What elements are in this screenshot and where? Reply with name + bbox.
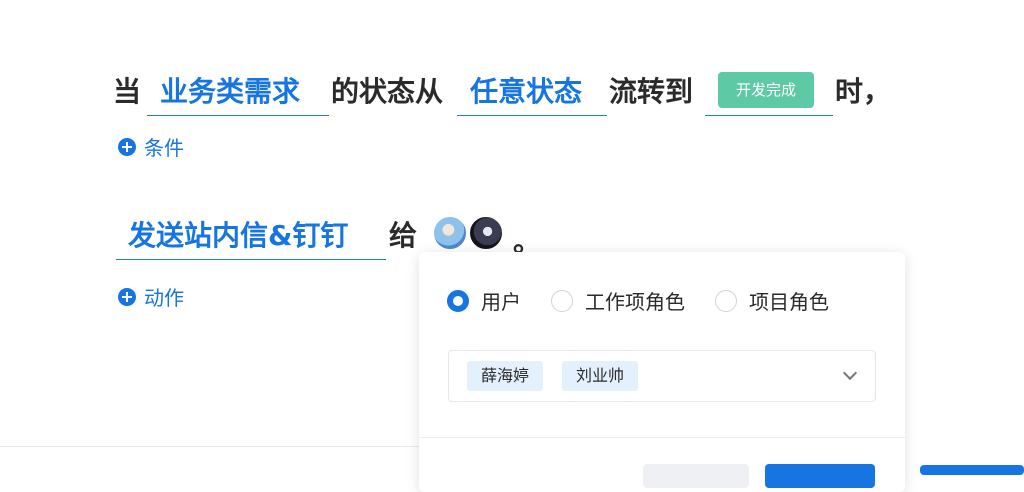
selected-user-chip[interactable]: 刘业帅 bbox=[562, 361, 639, 391]
recipient-picker-popup: 用户 工作项角色 项目角色 薛海婷 刘业帅 bbox=[419, 252, 905, 492]
footer-divider bbox=[0, 446, 420, 447]
radio-project-role[interactable]: 项目角色 bbox=[715, 286, 829, 315]
confirm-button[interactable] bbox=[765, 464, 875, 488]
chevron-down-icon[interactable] bbox=[842, 365, 858, 381]
add-action-label: 动作 bbox=[144, 286, 184, 310]
selected-user-chip[interactable]: 薛海婷 bbox=[467, 361, 544, 391]
radio-unchecked-icon bbox=[715, 289, 737, 312]
status-from-label: 的状态从 bbox=[331, 75, 444, 108]
radio-work-item-role[interactable]: 工作项角色 bbox=[551, 286, 685, 315]
radio-checked-icon bbox=[447, 289, 469, 312]
add-condition-label: 条件 bbox=[144, 136, 184, 160]
footer-primary-button[interactable] bbox=[920, 465, 1024, 475]
plus-circle-icon bbox=[118, 287, 136, 306]
to-label: 给 bbox=[389, 219, 418, 252]
radio-user[interactable]: 用户 bbox=[447, 286, 521, 315]
when-label: 当 bbox=[113, 75, 142, 108]
to-status-tag: 开发完成 bbox=[718, 72, 814, 108]
radio-unchecked-icon bbox=[551, 289, 573, 312]
user-multi-select[interactable]: 薛海婷 刘业帅 bbox=[448, 350, 876, 402]
cancel-button[interactable] bbox=[643, 464, 749, 488]
action-value: 发送站内信&钉钉 bbox=[128, 219, 349, 252]
plus-circle-icon bbox=[118, 137, 136, 156]
avatar[interactable] bbox=[468, 215, 504, 251]
radio-work-item-role-label: 工作项角色 bbox=[585, 290, 685, 314]
add-action-link[interactable]: 动作 bbox=[118, 282, 184, 311]
add-condition-link[interactable]: 条件 bbox=[118, 132, 184, 161]
recipient-type-radio-group: 用户 工作项角色 项目角色 bbox=[447, 286, 829, 315]
popup-divider bbox=[419, 437, 905, 438]
time-suffix: 时， bbox=[835, 75, 892, 108]
radio-project-role-label: 项目角色 bbox=[749, 290, 829, 314]
avatar[interactable] bbox=[432, 215, 468, 251]
from-status-value: 任意状态 bbox=[470, 75, 583, 108]
flow-to-label: 流转到 bbox=[609, 75, 694, 108]
radio-user-label: 用户 bbox=[481, 290, 521, 314]
work-item-type-value: 业务类需求 bbox=[160, 75, 301, 108]
